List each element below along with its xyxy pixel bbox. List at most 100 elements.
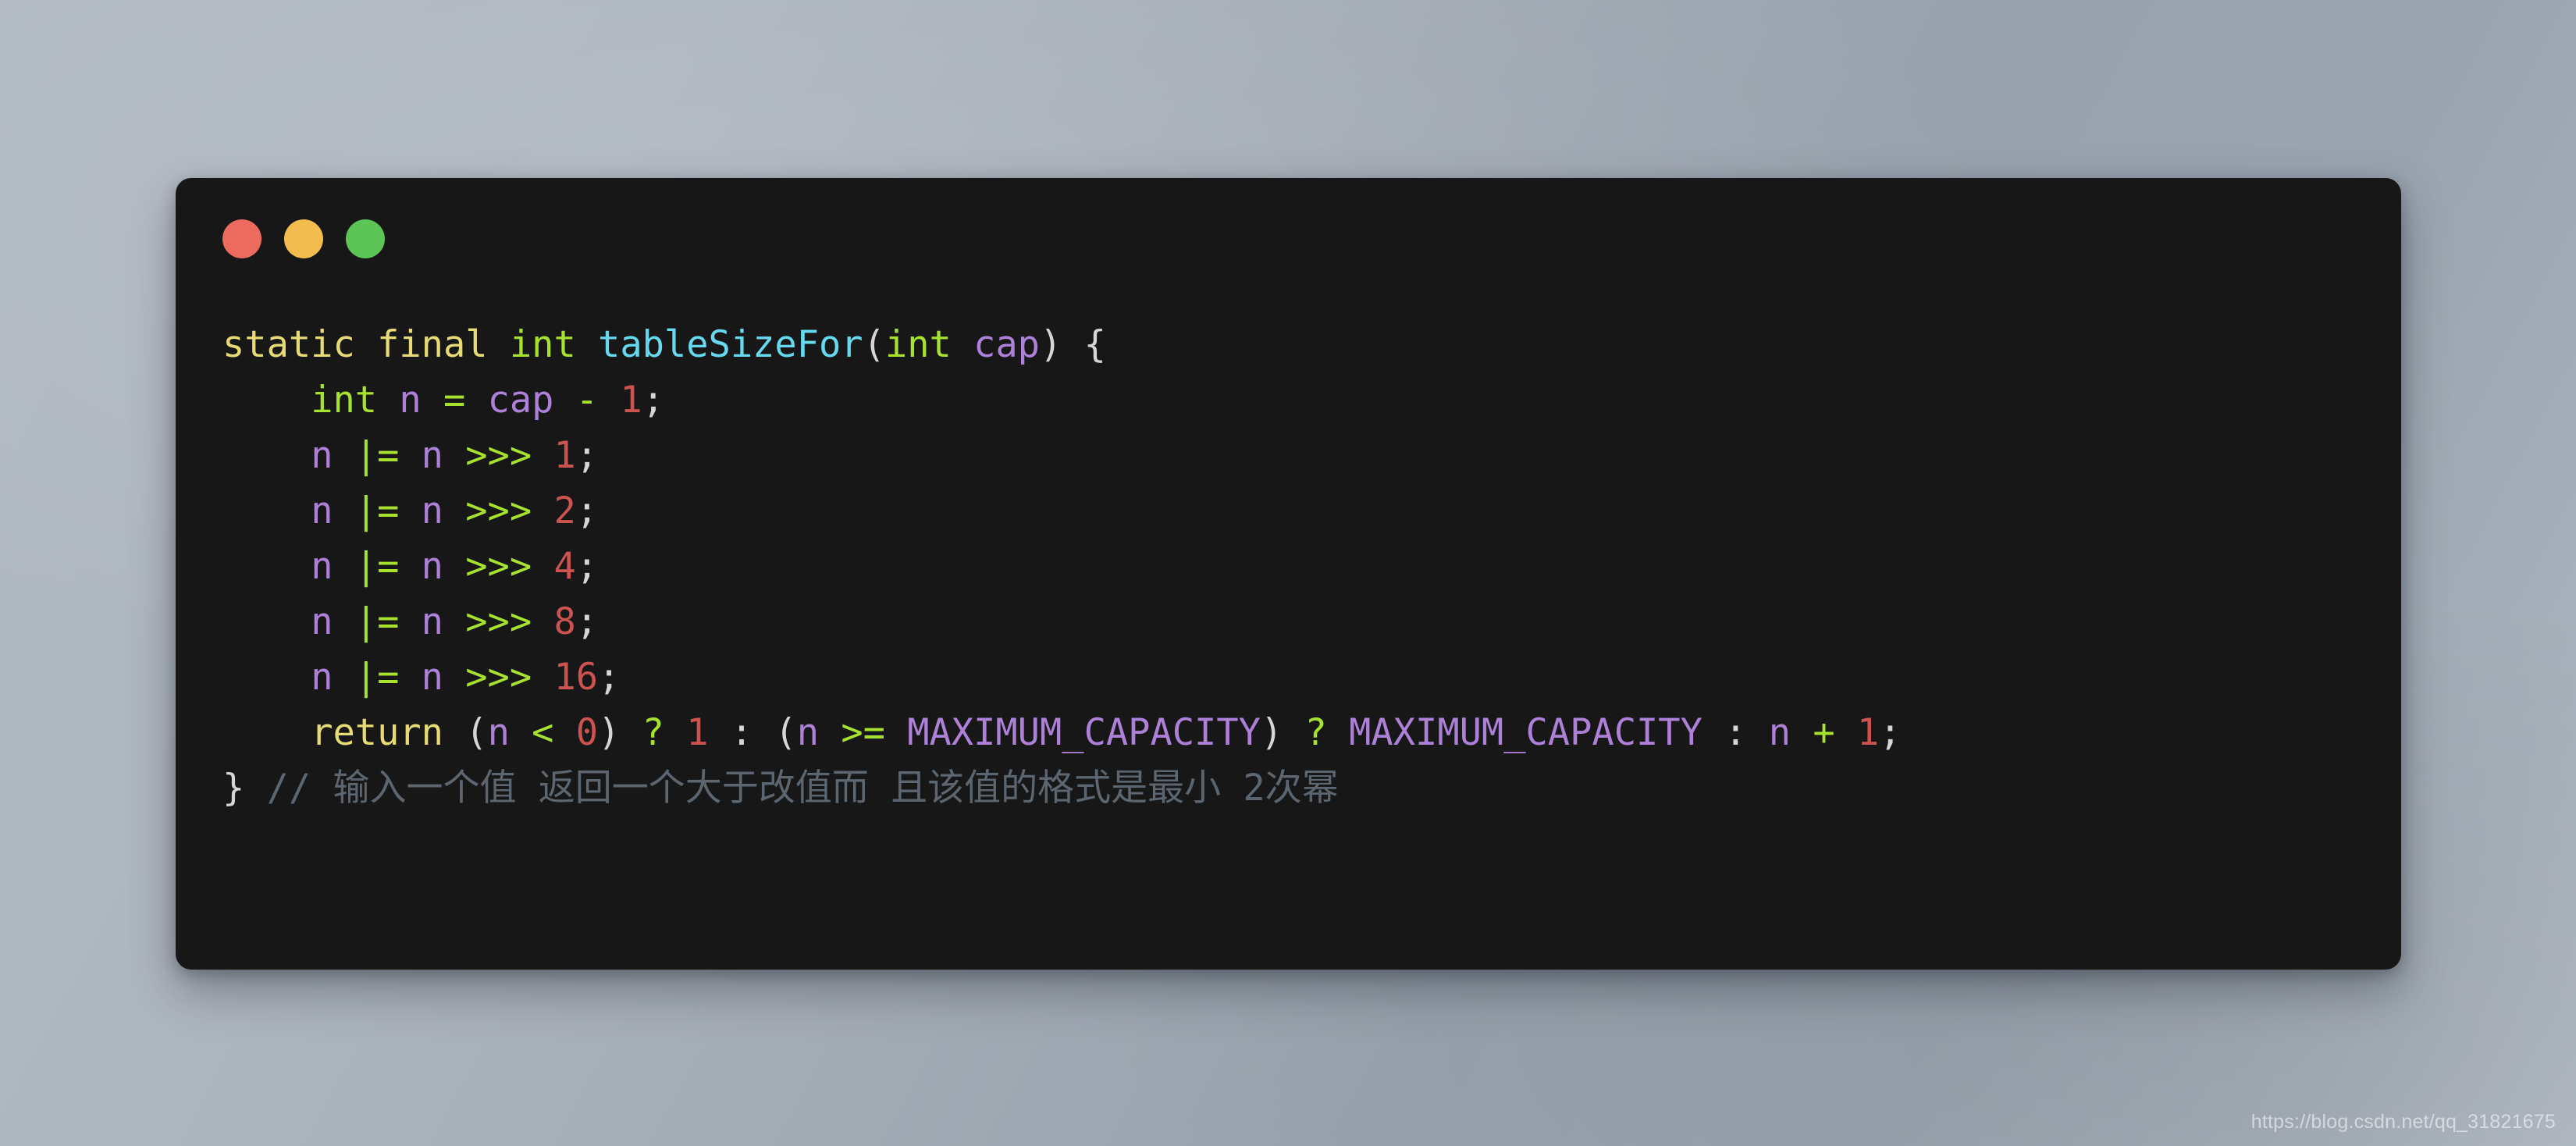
code-token-punctuation: ; <box>575 489 599 532</box>
close-window-icon[interactable] <box>222 219 262 258</box>
code-token-number: 0 <box>575 711 599 754</box>
code-token-comment: // 输入一个值 返回一个大于改值而 且该值的格式是最小 2次幂 <box>266 767 1339 810</box>
code-token-variable: n <box>421 600 443 643</box>
code-line: int n = cap - 1; <box>222 372 2354 428</box>
maximize-window-icon[interactable] <box>346 219 385 258</box>
code-token-punctuation: ( <box>465 711 488 754</box>
code-token-variable: MAXIMUM_CAPACITY <box>1349 711 1703 754</box>
code-token-variable: MAXIMUM_CAPACITY <box>907 711 1261 754</box>
code-token-punctuation: : <box>730 711 753 754</box>
minimize-window-icon[interactable] <box>284 219 323 258</box>
window-title-bar <box>176 178 2401 270</box>
code-block[interactable]: static final int tableSizeFor(int cap) {… <box>222 317 2354 816</box>
code-token-operator: >>> <box>465 489 532 532</box>
code-token-operator: >>> <box>465 600 532 643</box>
code-token-variable: n <box>311 656 333 699</box>
traffic-light-controls <box>222 219 385 258</box>
code-token-punctuation: ( <box>863 323 885 366</box>
code-token-punctuation: : <box>1724 711 1747 754</box>
code-token-variable: n <box>399 379 422 422</box>
code-token-punctuation: ) <box>598 711 621 754</box>
code-token-operator: |= <box>354 656 400 699</box>
code-token-variable: n <box>421 656 443 699</box>
code-token-operator: >>> <box>465 434 532 477</box>
code-token-operator: |= <box>354 489 400 532</box>
code-token-type: int <box>509 323 576 366</box>
code-token-variable: n <box>1768 711 1791 754</box>
code-token-operator: = <box>443 379 466 422</box>
code-token-punctuation: ; <box>1879 711 1902 754</box>
code-token-variable: n <box>311 434 333 477</box>
code-token-variable: n <box>487 711 510 754</box>
code-line: return (n < 0) ? 1 : (n >= MAXIMUM_CAPAC… <box>222 705 2354 760</box>
code-content-area[interactable]: static final int tableSizeFor(int cap) {… <box>176 270 2401 970</box>
code-token-punctuation: ) <box>1039 323 1062 366</box>
code-token-punctuation: ; <box>575 434 599 477</box>
code-token-number: 1 <box>620 379 642 422</box>
code-token-operator: - <box>575 379 599 422</box>
code-token-operator: ? <box>1304 711 1327 754</box>
code-token-number: 4 <box>553 545 576 588</box>
code-token-operator: |= <box>354 545 400 588</box>
code-token-punctuation: ; <box>642 379 664 422</box>
code-token-operator: >>> <box>465 656 532 699</box>
code-line: static final int tableSizeFor(int cap) { <box>222 317 2354 372</box>
code-token-number: 8 <box>553 600 576 643</box>
code-token-type: int <box>884 323 952 366</box>
code-token-variable: cap <box>487 379 554 422</box>
code-token-number: 1 <box>1856 711 1880 754</box>
code-token-type: int <box>311 379 378 422</box>
code-token-operator: >= <box>841 711 885 754</box>
code-token-keyword: static final <box>222 323 488 366</box>
code-line: n |= n >>> 2; <box>222 483 2354 539</box>
code-token-variable: n <box>311 600 333 643</box>
code-token-punctuation: ; <box>575 600 599 643</box>
code-token-function: tableSizeFor <box>598 323 863 366</box>
code-token-variable: n <box>311 489 333 532</box>
code-token-operator: < <box>532 711 554 754</box>
watermark-url: https://blog.csdn.net/qq_31821675 <box>2250 1111 2556 1133</box>
code-token-punctuation: } <box>222 767 245 810</box>
code-token-keyword: return <box>311 711 443 754</box>
code-token-variable: cap <box>973 323 1040 366</box>
code-token-variable: n <box>796 711 820 754</box>
